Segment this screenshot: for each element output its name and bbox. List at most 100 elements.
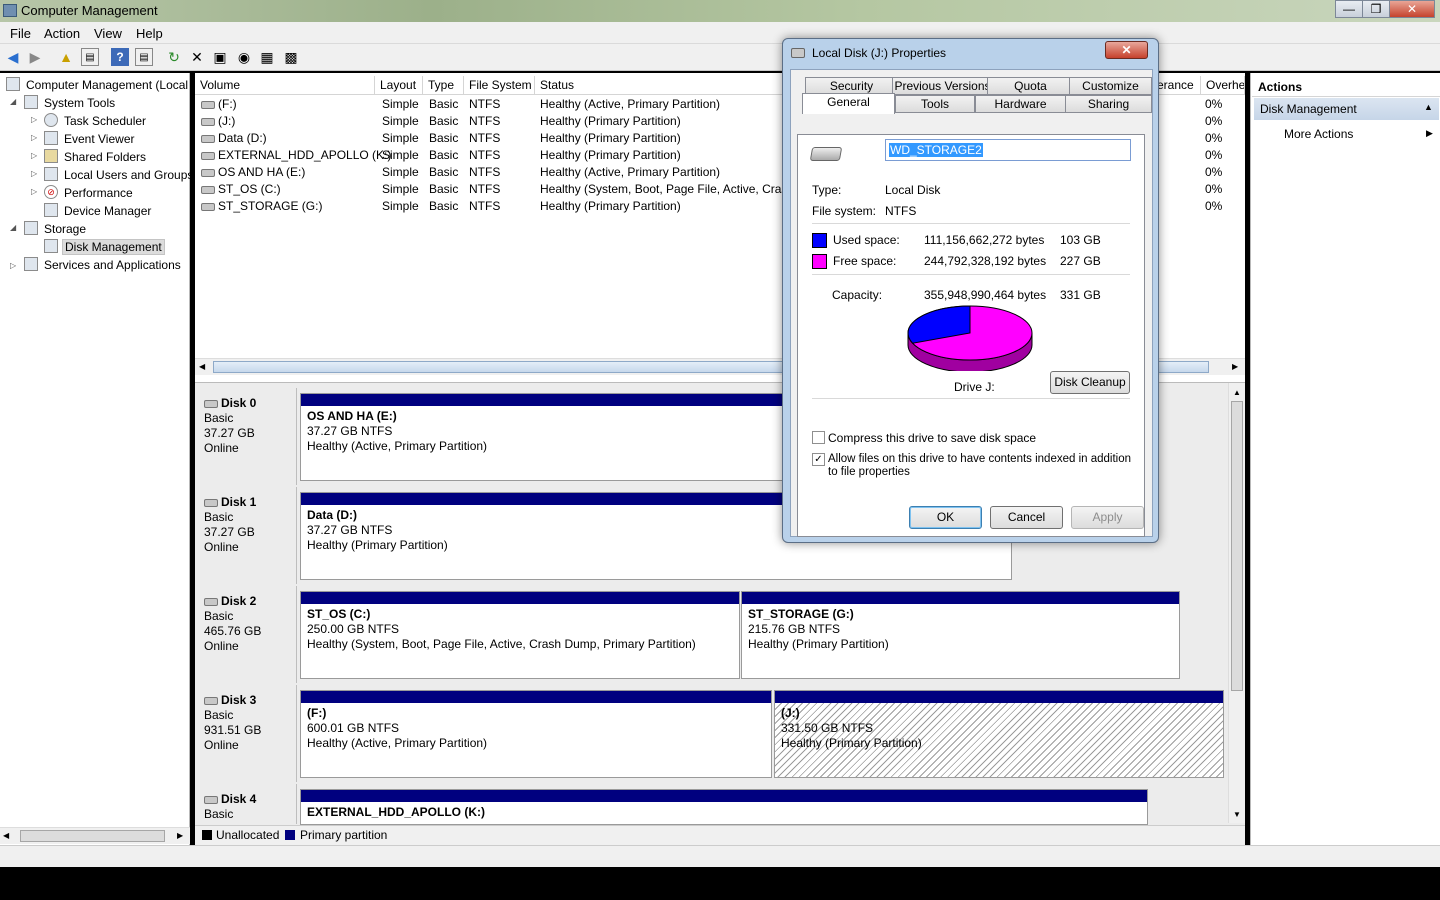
volume-cell-wrap: Healthy (System, Boot, Page File, Active…: [540, 182, 785, 196]
connect-icon[interactable]: ▣: [211, 48, 229, 66]
export-icon[interactable]: ▦: [258, 48, 276, 66]
collapse-icon[interactable]: ◢: [10, 223, 16, 232]
tree-services[interactable]: Services and Applications: [44, 258, 181, 272]
disk-label[interactable]: Disk 0 Basic 37.27 GB Online: [200, 388, 297, 485]
partition-bar: [301, 592, 739, 604]
disk-label[interactable]: Disk 1 Basic 37.27 GB Online: [200, 487, 297, 584]
col-file-system[interactable]: File System: [464, 76, 535, 95]
scroll-thumb[interactable]: [20, 830, 165, 842]
partition-block[interactable]: ST_STORAGE (G:) 215.76 GB NTFS Healthy (Pr…: [741, 591, 1180, 679]
volume-cell-wrap: 0%: [1205, 114, 1222, 128]
menu-help[interactable]: Help: [136, 26, 163, 41]
index-checkbox[interactable]: ✓: [812, 453, 825, 466]
apply-button[interactable]: Apply: [1071, 506, 1144, 529]
tree-storage[interactable]: Storage: [44, 222, 86, 236]
tree-task-scheduler[interactable]: Task Scheduler: [64, 114, 146, 128]
help-icon[interactable]: ?: [111, 48, 129, 66]
disk-label[interactable]: Disk 2 Basic 465.76 GB Online: [200, 586, 297, 683]
scroll-left-icon[interactable]: ◀: [3, 831, 9, 840]
tab-tools[interactable]: Tools: [895, 95, 975, 113]
show-hide-tree-icon[interactable]: ▤: [81, 48, 99, 66]
volume-cell-wrap: EXTERNAL_HDD_APOLLO (K:): [201, 148, 391, 162]
partition-block[interactable]: (F:) 600.01 GB NTFS Healthy (Active, Prima…: [300, 690, 772, 778]
refresh-icon[interactable]: ↻: [165, 48, 183, 66]
tab-general[interactable]: General: [802, 93, 895, 114]
tree-performance[interactable]: Performance: [64, 186, 133, 200]
partition-block[interactable]: EXTERNAL_HDD_APOLLO (K:): [300, 789, 1148, 825]
scroll-down-icon[interactable]: ▼: [1233, 810, 1241, 819]
volume-cell: Data (D:): [218, 131, 267, 145]
volume-cell: NTFS: [469, 114, 501, 128]
partition-block[interactable]: (J:) 331.50 GB NTFS Healthy (Primary Parti…: [774, 690, 1224, 778]
tab-hardware[interactable]: Hardware: [975, 95, 1066, 113]
maximize-button[interactable]: ❒: [1362, 0, 1390, 18]
collapse-arrow-icon[interactable]: ▲: [1424, 102, 1433, 112]
delete-icon[interactable]: ✕: [188, 48, 206, 66]
actions-section[interactable]: Disk Management ▲: [1254, 98, 1439, 120]
used-space-gb: 103 GB: [1060, 233, 1101, 247]
collapse-icon[interactable]: ◢: [10, 97, 16, 106]
status-bar: [0, 845, 1440, 867]
compress-checkbox[interactable]: [812, 431, 825, 444]
ok-button[interactable]: OK: [909, 506, 982, 529]
scroll-right-icon[interactable]: ▶: [177, 831, 183, 840]
partition-name: (F:): [307, 706, 327, 720]
tab-quota[interactable]: Quota: [987, 77, 1074, 95]
forward-icon[interactable]: ▶: [26, 48, 44, 66]
tree-device-manager[interactable]: Device Manager: [64, 204, 151, 218]
disk-type: Basic: [204, 411, 234, 425]
volume-cell-wrap: NTFS: [469, 114, 500, 128]
tab-previous-versions[interactable]: Previous Versions: [892, 77, 993, 95]
expand-icon[interactable]: ▷: [31, 169, 37, 178]
menu-view[interactable]: View: [94, 26, 122, 41]
expand-icon[interactable]: ▷: [31, 187, 37, 196]
disk-state: Online: [204, 738, 239, 752]
col-fault-tolerance[interactable]: erance: [1155, 76, 1201, 95]
col-layout[interactable]: Layout: [375, 76, 423, 95]
expand-icon[interactable]: ▷: [10, 261, 16, 270]
disk-label[interactable]: Disk 3 Basic 931.51 GB Online: [200, 685, 297, 782]
tree-system-tools[interactable]: System Tools: [44, 96, 115, 110]
tab-sharing[interactable]: Sharing: [1065, 95, 1152, 113]
volume-cell-wrap: Simple: [382, 199, 419, 213]
volume-label-input[interactable]: WD_STORAGE2: [885, 139, 1131, 161]
expand-icon[interactable]: ▷: [31, 115, 37, 124]
dialog-close-button[interactable]: ✕: [1105, 41, 1148, 59]
disk-settings-icon[interactable]: ▩: [282, 48, 300, 66]
menu-file[interactable]: File: [10, 26, 31, 41]
up-folder-icon[interactable]: ▲: [57, 48, 75, 66]
disk-icon: [204, 697, 218, 705]
tree-disk-management[interactable]: Disk Management: [62, 239, 165, 255]
tree-root[interactable]: Computer Management (Local: [26, 78, 188, 92]
cancel-button[interactable]: Cancel: [990, 506, 1063, 529]
scroll-right-icon[interactable]: ▶: [1232, 362, 1238, 371]
partition-body: ST_OS (C:) 250.00 GB NTFS Healthy (System,…: [301, 604, 739, 678]
disk-label[interactable]: Disk 4 Basic: [200, 784, 297, 824]
volume-cell: 0%: [1205, 97, 1223, 111]
volume-cell: Basic: [429, 97, 459, 111]
col-overhead[interactable]: Overhe: [1201, 76, 1245, 95]
tree-event-viewer[interactable]: Event Viewer: [64, 132, 134, 146]
disk-cleanup-button[interactable]: Disk Cleanup: [1050, 371, 1130, 394]
scroll-thumb[interactable]: [1231, 401, 1243, 691]
scroll-left-icon[interactable]: ◀: [199, 362, 205, 371]
graph-vertical-scrollbar[interactable]: ▲ ▼: [1228, 383, 1245, 823]
disk-label-line: Basic: [200, 807, 296, 822]
expand-icon[interactable]: ▷: [31, 133, 37, 142]
back-icon[interactable]: ◀: [4, 48, 22, 66]
tree-horizontal-scrollbar[interactable]: ◀ ▶: [0, 827, 190, 844]
col-volume[interactable]: Volume: [195, 76, 375, 95]
minimize-button[interactable]: —: [1335, 0, 1363, 18]
menu-action[interactable]: Action: [44, 26, 80, 41]
partition-block[interactable]: ST_OS (C:) 250.00 GB NTFS Healthy (System,…: [300, 591, 740, 679]
more-actions[interactable]: More Actions: [1284, 127, 1353, 141]
properties-icon[interactable]: ▤: [135, 48, 153, 66]
col-type[interactable]: Type: [423, 76, 464, 95]
close-button[interactable]: ✕: [1389, 0, 1435, 18]
expand-icon[interactable]: ▷: [31, 151, 37, 160]
tab-customize[interactable]: Customize: [1069, 77, 1152, 95]
search-icon[interactable]: ◉: [235, 48, 253, 66]
tree-local-users[interactable]: Local Users and Groups: [64, 168, 193, 182]
tree-shared-folders[interactable]: Shared Folders: [64, 150, 146, 164]
scroll-up-icon[interactable]: ▲: [1233, 388, 1241, 397]
